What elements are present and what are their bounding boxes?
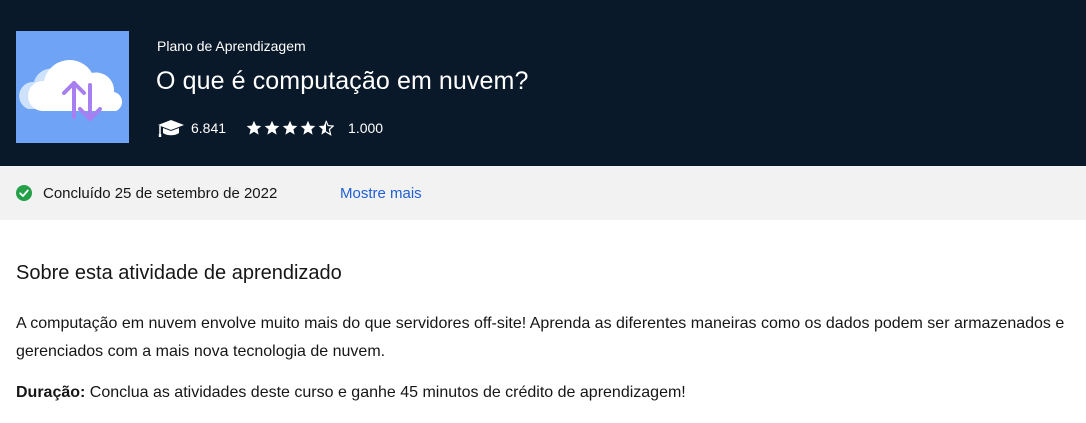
course-thumbnail bbox=[16, 31, 129, 143]
duration-text: Conclua as atividades deste curso e ganh… bbox=[85, 384, 686, 401]
about-description: A computação em nuvem envolve muito mais… bbox=[16, 315, 1065, 360]
half-star-icon bbox=[318, 120, 335, 136]
completion-date-text: Concluído 25 de setembro de 2022 bbox=[43, 185, 278, 202]
rating-stars bbox=[246, 120, 336, 136]
star-icon bbox=[246, 120, 262, 135]
star-icon bbox=[282, 120, 298, 135]
show-more-link[interactable]: Mostre mais bbox=[340, 185, 422, 202]
course-header: Plano de Aprendizagem O que é computação… bbox=[0, 0, 1086, 166]
graduation-cap-icon bbox=[158, 120, 184, 137]
star-icon bbox=[264, 120, 280, 135]
cloud-sync-icon bbox=[19, 60, 123, 121]
duration-info: Duração: Conclua as atividades deste cur… bbox=[16, 382, 686, 404]
ratings-count: 1.000 bbox=[348, 120, 384, 136]
course-stats: 6.841 1.000 bbox=[157, 117, 383, 139]
about-heading: Sobre esta atividade de aprendizado bbox=[16, 262, 342, 284]
completion-status-bar: Concluído 25 de setembro de 2022 Mostre … bbox=[0, 166, 1086, 220]
duration-label: Duração: bbox=[16, 384, 86, 401]
check-circle-icon bbox=[16, 185, 32, 201]
course-title: O que é computação em nuvem? bbox=[156, 67, 529, 95]
star-icon bbox=[300, 120, 316, 135]
learners-count: 6.841 bbox=[191, 120, 227, 136]
course-type-label: Plano de Aprendizagem bbox=[157, 38, 306, 54]
